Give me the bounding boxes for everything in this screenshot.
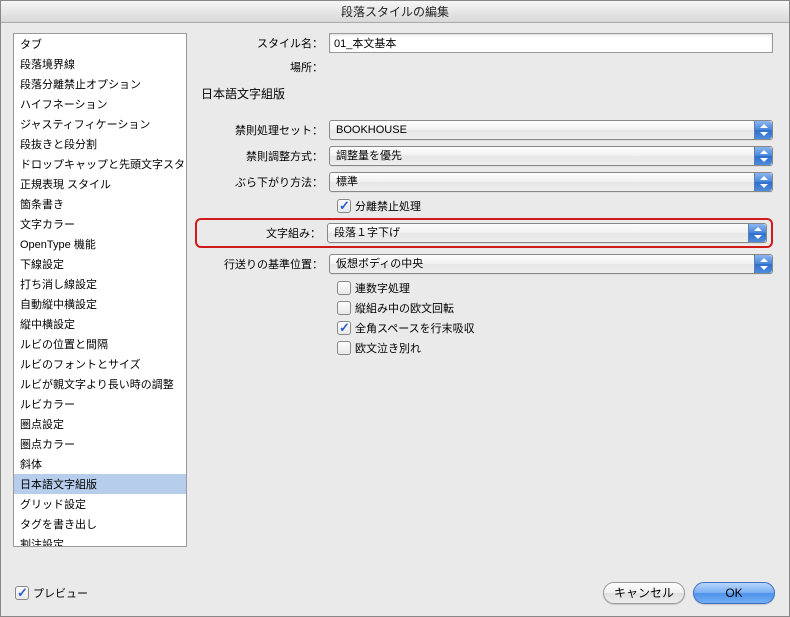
chevron-updown-icon [754,255,772,273]
sidebar-item[interactable]: 日本語文字組版 [14,474,186,494]
rensuji-label: 連数字処理 [355,280,410,296]
mojikumi-highlight: 文字組み： 段落１字下げ [195,218,773,248]
sidebar-item[interactable]: ジャスティフィケーション [14,114,186,134]
sidebar-item[interactable]: タグを書き出し [14,514,186,534]
select-value: 仮想ボディの中央 [336,258,423,270]
preview-checkbox[interactable] [15,586,29,600]
sidebar-item[interactable]: ルビのフォントとサイズ [14,354,186,374]
sidebar-item[interactable]: 正規表現 スタイル [14,174,186,194]
burasagari-select[interactable]: 標準 [329,172,773,192]
oubun-wakare-row: 欧文泣き別れ [337,340,773,356]
sidebar-item[interactable]: OpenType 機能 [14,234,186,254]
tategumi-rotate-row: 縦組み中の欧文回転 [337,300,773,316]
sidebar-item[interactable]: 箇条書き [14,194,186,214]
kinsoku-adjust-select[interactable]: 調整量を優先 [329,146,773,166]
burasagari-row: ぶら下がり方法： 標準 [199,172,773,192]
kinsoku-set-label: 禁則処理セット： [199,122,329,138]
oubun-wakare-label: 欧文泣き別れ [355,340,421,356]
bunri-kinshi-row: 分離禁止処理 [337,198,773,214]
bunri-kinshi-checkbox[interactable] [337,199,351,213]
sidebar-item[interactable]: 圏点カラー [14,434,186,454]
sidebar-item[interactable]: 打ち消し線設定 [14,274,186,294]
preview-label: プレビュー [33,585,88,601]
zenkaku-space-checkbox[interactable] [337,321,351,335]
sidebar-item[interactable]: 文字カラー [14,214,186,234]
chevron-updown-icon [754,147,772,165]
sidebar-item[interactable]: 自動縦中横設定 [14,294,186,314]
oubun-wakare-checkbox[interactable] [337,341,351,355]
sidebar-item[interactable]: 割注設定 [14,534,186,547]
sidebar-item[interactable]: 段落分離禁止オプション [14,74,186,94]
sidebar-item[interactable]: グリッド設定 [14,494,186,514]
gyookuri-row: 行送りの基準位置： 仮想ボディの中央 [199,254,773,274]
sidebar-item[interactable]: ルビの位置と間隔 [14,334,186,354]
sidebar-item[interactable]: 段抜きと段分割 [14,134,186,154]
tategumi-rotate-checkbox[interactable] [337,301,351,315]
sidebar-item[interactable]: 段落境界線 [14,54,186,74]
mojikumi-label: 文字組み： [201,225,327,241]
chevron-updown-icon [754,121,772,139]
sidebar-item[interactable]: 斜体 [14,454,186,474]
sidebar-item[interactable]: ドロップキャップと先頭文字スタイル [14,154,186,174]
chevron-updown-icon [748,224,766,242]
tategumi-rotate-label: 縦組み中の欧文回転 [355,300,454,316]
kinsoku-adjust-row: 禁則調整方式： 調整量を優先 [199,146,773,166]
select-value: 段落１字下げ [334,227,400,239]
section-title: 日本語文字組版 [201,85,773,102]
dialog-footer: プレビュー キャンセル OK [1,572,789,616]
select-value: 標準 [336,176,358,188]
dialog: 段落スタイルの編集 タブ段落境界線段落分離禁止オプションハイフネーションジャステ… [0,0,790,617]
sidebar-item[interactable]: ハイフネーション [14,94,186,114]
sidebar-item[interactable]: 縦中横設定 [14,314,186,334]
kinsoku-set-row: 禁則処理セット： BOOKHOUSE [199,120,773,140]
ok-button[interactable]: OK [693,582,775,604]
dialog-body: タブ段落境界線段落分離禁止オプションハイフネーションジャスティフィケーション段抜… [1,23,789,572]
gyookuri-select[interactable]: 仮想ボディの中央 [329,254,773,274]
select-value: BOOKHOUSE [336,124,407,136]
zenkaku-space-label: 全角スペースを行末吸収 [355,320,475,336]
select-value: 調整量を優先 [336,150,402,162]
dialog-title: 段落スタイルの編集 [1,1,789,23]
kinsoku-adjust-label: 禁則調整方式： [199,148,329,164]
sidebar-item[interactable]: タブ [14,34,186,54]
location-label: 場所： [199,59,329,75]
style-name-label: スタイル名： [199,35,329,51]
sidebar-item[interactable]: ルビが親文字より長い時の調整 [14,374,186,394]
bunri-kinshi-label: 分離禁止処理 [355,198,421,214]
rensuji-row: 連数字処理 [337,280,773,296]
rensuji-checkbox[interactable] [337,281,351,295]
style-name-input[interactable] [329,33,773,53]
kinsoku-set-select[interactable]: BOOKHOUSE [329,120,773,140]
gyookuri-label: 行送りの基準位置： [199,256,329,272]
mojikumi-row: 文字組み： 段落１字下げ [201,223,767,243]
category-sidebar[interactable]: タブ段落境界線段落分離禁止オプションハイフネーションジャスティフィケーション段抜… [13,33,187,547]
main-panel: スタイル名： 場所： 日本語文字組版 禁則処理セット： BOOKHOUSE 禁則… [199,33,777,572]
sidebar-item[interactable]: 圏点設定 [14,414,186,434]
zenkaku-space-row: 全角スペースを行末吸収 [337,320,773,336]
cancel-button[interactable]: キャンセル [603,582,685,604]
burasagari-label: ぶら下がり方法： [199,174,329,190]
mojikumi-select[interactable]: 段落１字下げ [327,223,767,243]
chevron-updown-icon [754,173,772,191]
preview-row: プレビュー [15,585,88,601]
sidebar-item[interactable]: ルビカラー [14,394,186,414]
sidebar-item[interactable]: 下線設定 [14,254,186,274]
style-name-row: スタイル名： [199,33,773,53]
location-row: 場所： [199,59,773,75]
